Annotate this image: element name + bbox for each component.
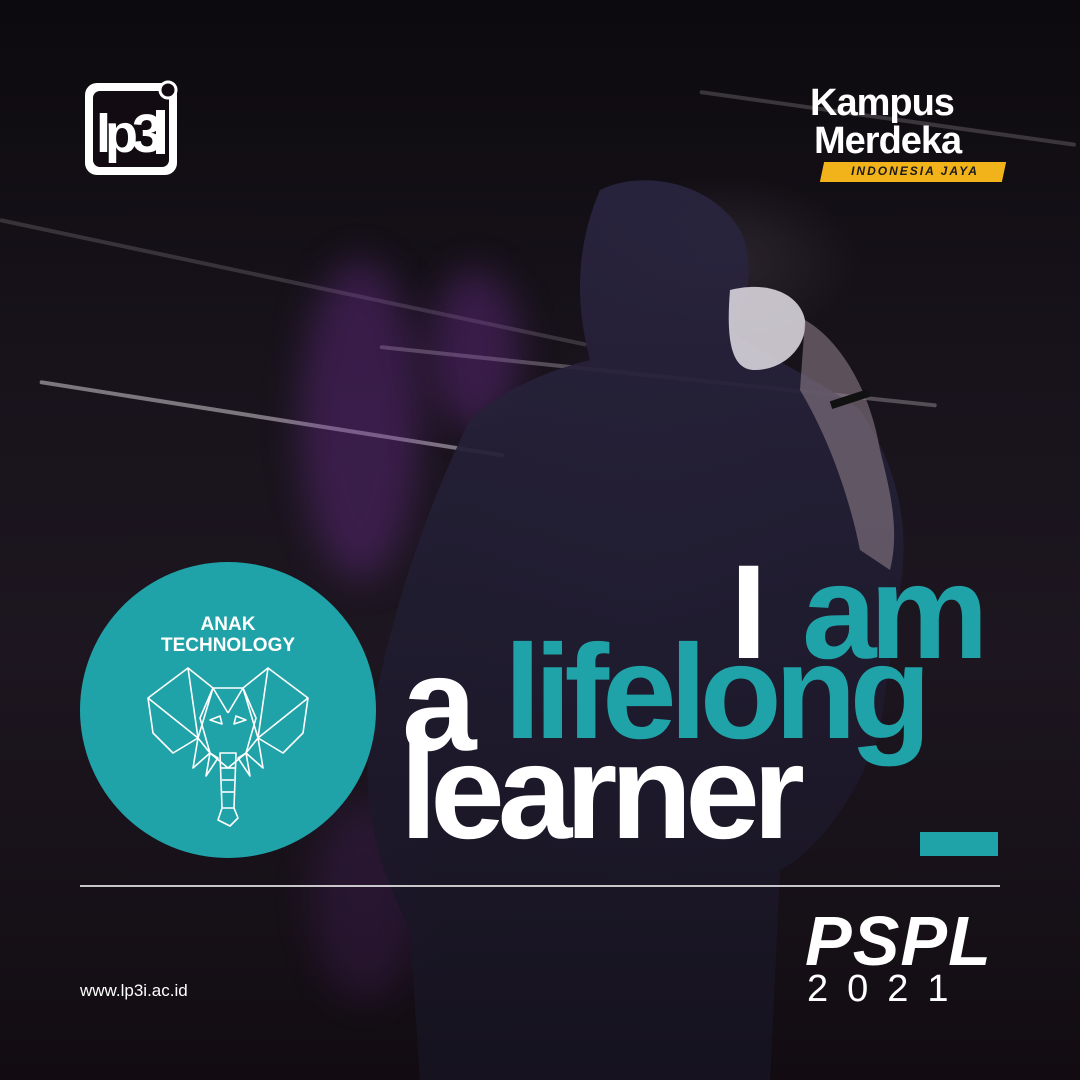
kampus-merdeka-logo: Kampus Merdeka INDONESIA JAYA <box>810 80 1010 190</box>
pspl-logo: PSPL 2021 <box>805 902 1005 1008</box>
pspl-text: PSPL <box>805 902 992 980</box>
badge-line-1: ANAK <box>200 614 256 635</box>
slogan: I am a lifelong learner <box>400 546 1020 867</box>
kampus-tagline: INDONESIA JAYA <box>851 164 979 178</box>
divider <box>80 885 1000 887</box>
year-text: 2021 <box>807 968 968 1010</box>
svg-text:lp3: lp3 <box>96 104 161 164</box>
badge-title: ANAK TECHNOLOGY <box>80 614 376 656</box>
elephant-icon <box>147 667 309 827</box>
slogan-learner: learner <box>400 718 805 867</box>
kampus-text: Kampus <box>810 82 955 124</box>
poster: lp3 Kampus Merdeka INDONESIA JAYA ANAK T… <box>0 0 1080 1080</box>
anak-technology-badge: ANAK TECHNOLOGY <box>80 562 376 858</box>
slogan-underscore <box>920 832 998 856</box>
merdeka-text: Merdeka <box>814 120 962 162</box>
badge-line-2: TECHNOLOGY <box>160 635 296 656</box>
lp3i-logo: lp3 <box>85 80 178 175</box>
website-link[interactable]: www.lp3i.ac.id <box>80 981 188 1001</box>
